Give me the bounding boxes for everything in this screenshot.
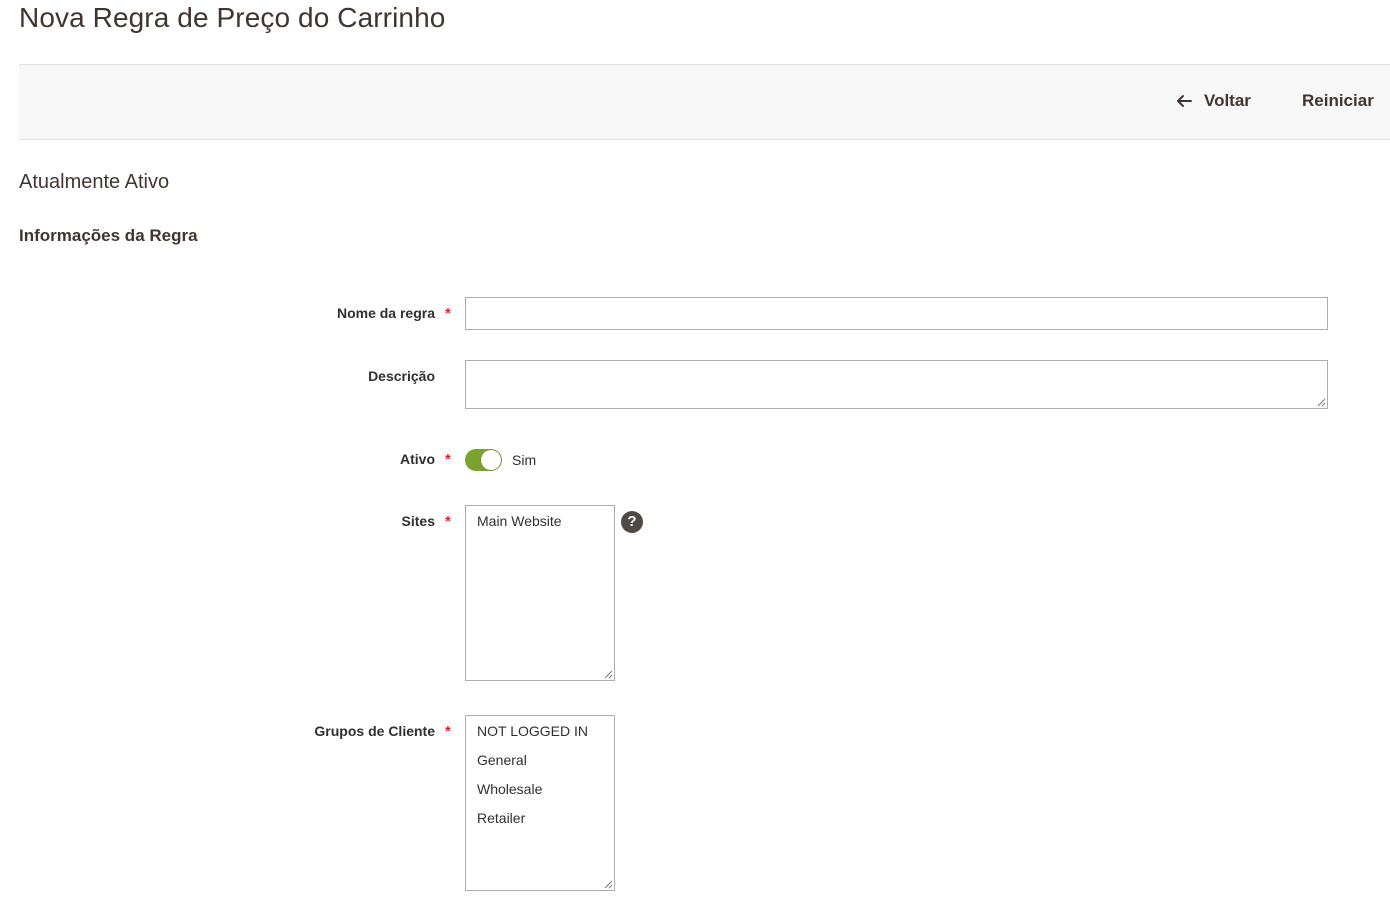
sites-label: Sites (401, 513, 435, 529)
active-label: Ativo (400, 451, 435, 467)
resize-grip-icon[interactable] (604, 670, 613, 679)
toggle-knob (481, 450, 501, 470)
required-marker: * (445, 723, 451, 740)
resize-grip-icon[interactable] (1317, 398, 1326, 407)
back-button-label: Voltar (1204, 91, 1251, 110)
reset-button-label: Reiniciar (1302, 91, 1374, 110)
customer-group-option[interactable]: Wholesale (466, 775, 614, 804)
section-title: Informações da Regra (19, 226, 198, 245)
resize-grip-icon[interactable] (604, 880, 613, 889)
rule-status: Atualmente Ativo (19, 171, 170, 193)
active-toggle-text: Sim (512, 452, 537, 468)
required-marker: * (445, 451, 451, 468)
sites-option[interactable]: Main Website (466, 507, 614, 536)
customer-group-option[interactable]: Retailer (466, 804, 614, 833)
required-marker: * (445, 305, 451, 322)
page-title: Nova Regra de Preço do Carrinho (19, 2, 446, 33)
customer-group-option[interactable]: General (466, 746, 614, 775)
customer-group-option[interactable]: NOT LOGGED IN (466, 717, 614, 746)
rule-name-input[interactable] (465, 297, 1328, 330)
description-textarea[interactable] (465, 360, 1328, 409)
reset-button[interactable]: Reiniciar (1302, 91, 1374, 111)
sites-multiselect[interactable]: Main Website (465, 505, 615, 681)
required-marker: * (445, 513, 451, 530)
active-toggle[interactable] (465, 449, 502, 471)
description-label: Descrição (368, 368, 435, 384)
customer-groups-label: Grupos de Cliente (314, 723, 435, 739)
arrow-left-icon (1177, 95, 1192, 107)
question-circle-icon[interactable]: ? (621, 511, 643, 533)
rule-name-label: Nome da regra (336, 305, 435, 321)
page-actions-bar: Voltar Reiniciar (19, 64, 1390, 140)
back-button[interactable]: Voltar (1176, 91, 1251, 111)
customer-groups-multiselect[interactable]: NOT LOGGED IN General Wholesale Retailer (465, 715, 615, 891)
